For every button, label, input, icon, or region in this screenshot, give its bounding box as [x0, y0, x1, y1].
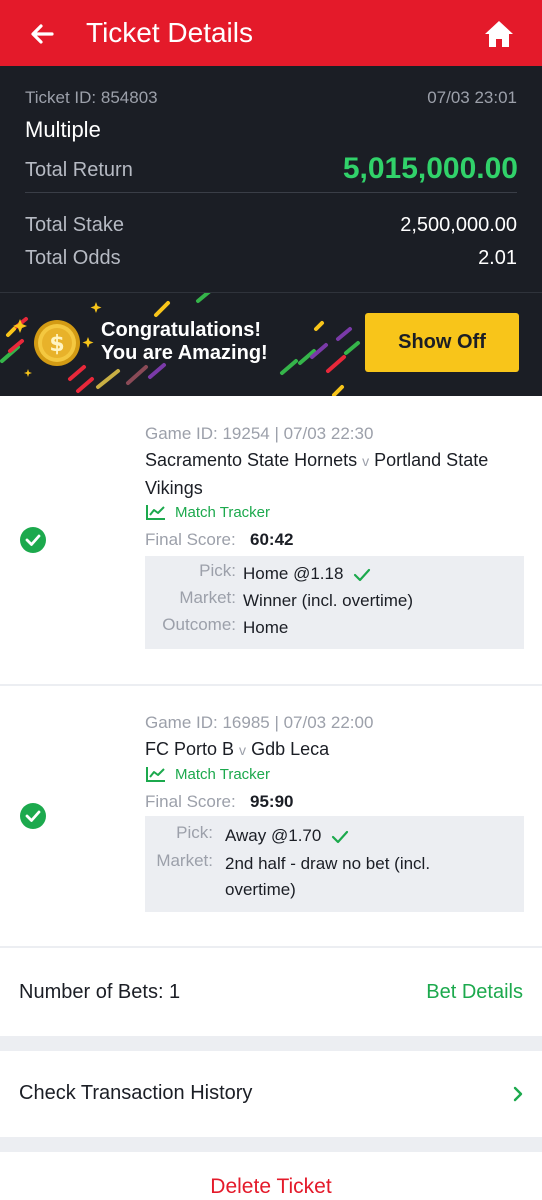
- delete-area: Delete Ticket: [0, 1152, 542, 1200]
- total-return-value: 5,015,000.00: [342, 152, 518, 185]
- show-off-button[interactable]: Show Off: [365, 313, 519, 372]
- congrats-banner: $ Congratulations! You are Amazing! Show…: [0, 292, 542, 396]
- bet-card: Game ID: 19254 | 07/03 22:30 Sacramento …: [0, 396, 542, 684]
- bets-count-row: Number of Bets: 1 Bet Details: [0, 948, 542, 1036]
- pick-label: Pick:: [176, 823, 213, 842]
- check-circle-icon: [20, 527, 46, 553]
- top-bar: Ticket Details: [0, 0, 542, 66]
- pick-details: Pick: Away @1.70 Market: 2nd half - draw…: [145, 816, 524, 912]
- pick-text: Home @1.18: [243, 564, 344, 583]
- arrow-left-icon[interactable]: [26, 18, 58, 50]
- outcome-value: Home: [243, 618, 289, 637]
- match-tracker-link[interactable]: Match Tracker: [145, 503, 270, 521]
- bet-card: Game ID: 16985 | 07/03 22:00 FC Porto B …: [0, 686, 542, 946]
- match-tracker-label: Match Tracker: [175, 503, 271, 521]
- home-icon[interactable]: [482, 17, 516, 51]
- checkmark-icon: [354, 568, 371, 581]
- match-tracker-link[interactable]: Match Tracker: [145, 765, 270, 783]
- delete-ticket-button[interactable]: Delete Ticket: [0, 1175, 542, 1199]
- away-team: Gdb Leca: [251, 739, 330, 759]
- svg-text:$: $: [49, 332, 64, 357]
- outcome-label: Outcome:: [162, 615, 236, 634]
- bet-details-link[interactable]: Bet Details: [426, 981, 523, 1004]
- match-tracker-label: Match Tracker: [175, 765, 271, 783]
- number-of-bets: Number of Bets: 1: [19, 981, 181, 1003]
- ticket-type: Multiple: [25, 117, 101, 142]
- summary-divider: [25, 192, 517, 193]
- market-value: Winner (incl. overtime): [243, 591, 414, 610]
- pick-value: Away @1.70: [225, 823, 349, 849]
- page-title: Ticket Details: [86, 17, 254, 48]
- check-circle-icon: [20, 803, 46, 829]
- market-value: 2nd half - draw no bet (incl. overtime): [225, 854, 431, 899]
- total-odds-label: Total Odds: [25, 247, 121, 269]
- ticket-id: Ticket ID: 854803: [25, 88, 158, 107]
- transaction-history-label: Check Transaction History: [19, 1082, 253, 1104]
- congrats-text: Congratulations! You are Amazing!: [101, 319, 268, 365]
- versus-label: v: [239, 742, 247, 758]
- final-score-value: 95:90: [250, 792, 294, 811]
- home-team: FC Porto B: [145, 739, 235, 759]
- transaction-history-row[interactable]: Check Transaction History: [0, 1051, 542, 1137]
- total-stake-label: Total Stake: [25, 214, 124, 236]
- pick-details: Pick: Home @1.18 Market: Winner (incl. o…: [145, 556, 524, 649]
- pick-text: Away @1.70: [225, 826, 322, 845]
- total-return-label: Total Return: [25, 159, 133, 181]
- home-team: Sacramento State Hornets: [145, 450, 358, 470]
- final-score-label: Final Score:: [145, 792, 236, 811]
- pick-label: Pick:: [199, 561, 236, 580]
- pick-value: Home @1.18: [243, 561, 371, 587]
- market-label: Market:: [156, 851, 213, 870]
- versus-label: v: [362, 453, 370, 469]
- congrats-line-2: You are Amazing!: [101, 342, 268, 364]
- match-teams: Sacramento State Hornets v Portland Stat…: [145, 447, 515, 502]
- ticket-time: 07/03 23:01: [427, 88, 517, 107]
- market-label: Market:: [179, 588, 236, 607]
- congrats-line-1: Congratulations!: [101, 319, 261, 341]
- game-meta: Game ID: 16985 | 07/03 22:00: [145, 713, 374, 732]
- match-teams: FC Porto B v Gdb Leca: [145, 736, 515, 764]
- chart-line-icon: [146, 505, 165, 520]
- chevron-right-icon: [513, 1086, 523, 1102]
- ticket-summary: Ticket ID: 854803 07/03 23:01 Multiple T…: [0, 66, 542, 292]
- total-odds-value: 2.01: [478, 247, 517, 269]
- chart-line-icon: [146, 767, 165, 782]
- final-score-label: Final Score:: [145, 530, 236, 549]
- checkmark-icon: [332, 830, 349, 843]
- coin-icon: $: [34, 320, 80, 366]
- game-meta: Game ID: 19254 | 07/03 22:30: [145, 424, 374, 443]
- final-score-value: 60:42: [250, 530, 294, 549]
- total-stake-value: 2,500,000.00: [400, 214, 517, 236]
